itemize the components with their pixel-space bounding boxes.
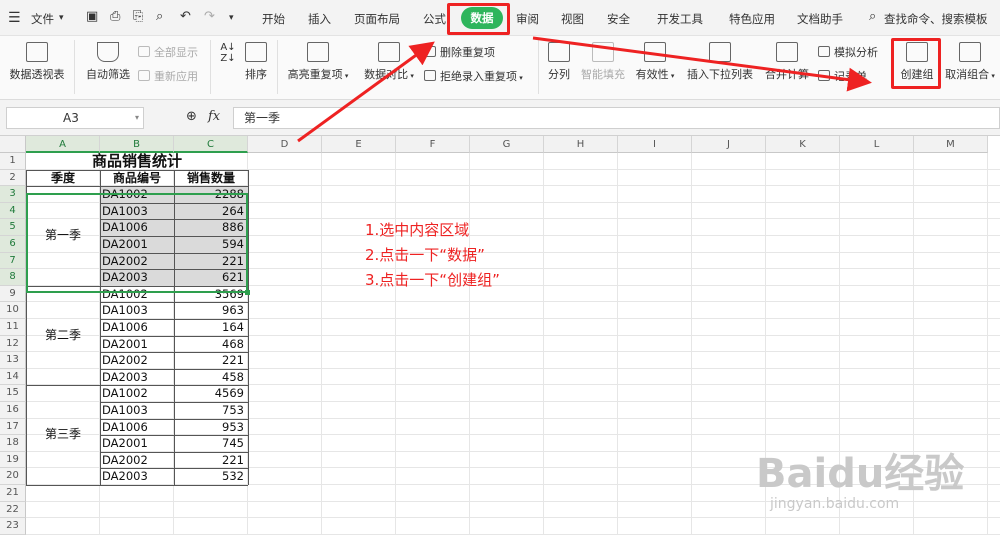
arrow-to-data-tab [297, 41, 435, 143]
arrow-to-create-group [532, 36, 872, 92]
baidu-jingyan-watermark: Baidu经验 jingyan.baidu.com [756, 452, 964, 512]
watermark-url: jingyan.baidu.com [770, 496, 900, 512]
watermark-logo: Baidu经验 [756, 451, 965, 497]
